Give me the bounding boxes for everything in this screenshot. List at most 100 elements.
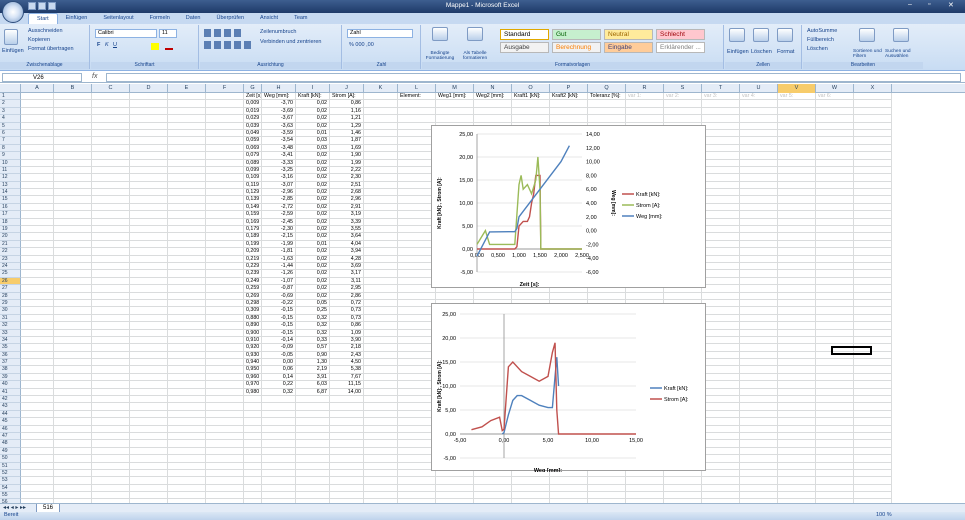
cell[interactable] [778,122,816,130]
cell[interactable] [54,270,92,278]
cell[interactable] [296,425,330,433]
cell[interactable]: 0,01 [296,129,330,138]
cell[interactable] [21,314,54,323]
cell[interactable] [262,447,296,456]
cell[interactable] [816,189,854,197]
column-header-J[interactable]: J [330,84,364,93]
cell[interactable] [21,262,54,271]
cell[interactable] [816,226,854,234]
cell[interactable]: 0,179 [244,226,262,234]
cell[interactable] [206,255,244,263]
row-header[interactable]: 41 [0,388,21,397]
cell[interactable] [168,447,206,456]
cell[interactable] [436,477,474,485]
cell[interactable] [21,255,54,263]
cell[interactable] [130,262,168,271]
cell[interactable]: 0,930 [244,351,262,360]
cell[interactable] [92,285,130,293]
cell[interactable] [778,196,816,204]
cell[interactable] [626,492,664,500]
cell[interactable] [816,196,854,204]
cell[interactable]: Weg2 [mm]: [474,93,512,101]
cell[interactable] [778,240,816,249]
minimize-button[interactable]: – [908,1,912,8]
cell[interactable]: 0,239 [244,270,262,278]
cell[interactable] [626,477,664,485]
column-header-R[interactable]: R [626,84,664,93]
cell[interactable] [778,381,816,389]
cell[interactable] [816,381,854,389]
cell-style-5[interactable]: Berechnung [552,42,601,53]
italic-icon[interactable]: K [105,42,109,48]
cell[interactable] [778,285,816,293]
cell[interactable] [740,174,778,182]
cell[interactable] [92,425,130,433]
cell[interactable] [130,240,168,249]
cell[interactable] [130,196,168,204]
column-header-P[interactable]: P [550,84,588,93]
row-header[interactable]: 16 [0,203,21,212]
cell[interactable] [854,359,892,367]
cut-button[interactable]: Ausschneiden [28,28,63,34]
cell[interactable] [474,107,512,116]
cell[interactable] [168,277,206,286]
cell[interactable] [778,226,816,234]
cell[interactable] [92,366,130,374]
cell[interactable] [364,366,398,374]
cell[interactable] [778,211,816,219]
cell[interactable]: -1,81 [262,248,296,256]
cell[interactable] [330,477,364,485]
cell-style-6[interactable]: Eingabe [604,42,653,53]
cell[interactable] [778,129,816,138]
cell[interactable]: 0,229 [244,262,262,271]
cell[interactable] [854,366,892,374]
cell[interactable]: 0,02 [296,159,330,167]
cell-style-7[interactable]: Erklärender ... [656,42,705,53]
cell[interactable] [740,181,778,190]
cell[interactable] [816,240,854,249]
cell[interactable] [588,100,626,108]
cell[interactable] [854,181,892,190]
cell[interactable] [130,469,168,478]
cell[interactable] [702,462,740,470]
cell[interactable]: 0,880 [244,314,262,323]
cell[interactable] [740,403,778,411]
row-header[interactable]: 22 [0,248,21,256]
column-header-H[interactable]: H [262,84,296,93]
cell[interactable] [702,218,740,227]
cell[interactable] [702,410,740,419]
cell[interactable] [778,373,816,382]
cell[interactable] [92,226,130,234]
cell[interactable]: 6,87 [296,388,330,397]
cell[interactable]: 0,02 [296,255,330,263]
cell[interactable] [206,262,244,271]
cell[interactable] [778,270,816,278]
cell[interactable] [702,492,740,500]
cell[interactable]: Element: [398,93,436,101]
cell[interactable]: 0,109 [244,174,262,182]
cell[interactable] [168,248,206,256]
cell[interactable] [21,440,54,448]
cell[interactable] [778,447,816,456]
cell[interactable]: 0,72 [330,299,364,308]
cell[interactable]: 0,02 [296,107,330,116]
cell[interactable] [436,292,474,300]
cell[interactable]: 1,46 [330,129,364,138]
cell[interactable]: 0,02 [296,196,330,204]
row-header[interactable]: 11 [0,166,21,175]
cell[interactable] [778,166,816,175]
row-header[interactable]: 45 [0,418,21,426]
row-header[interactable]: 55 [0,492,21,500]
fill-color-icon[interactable] [151,43,159,50]
cell[interactable] [21,410,54,419]
cell[interactable] [168,144,206,153]
cell[interactable]: -3,69 [262,107,296,116]
cell[interactable] [816,314,854,323]
cell[interactable] [130,373,168,382]
cell[interactable]: 0,029 [244,115,262,123]
cell[interactable] [816,462,854,470]
cell[interactable] [588,292,626,300]
cell[interactable] [54,403,92,411]
cell[interactable]: 0,890 [244,322,262,330]
cell[interactable] [206,492,244,500]
